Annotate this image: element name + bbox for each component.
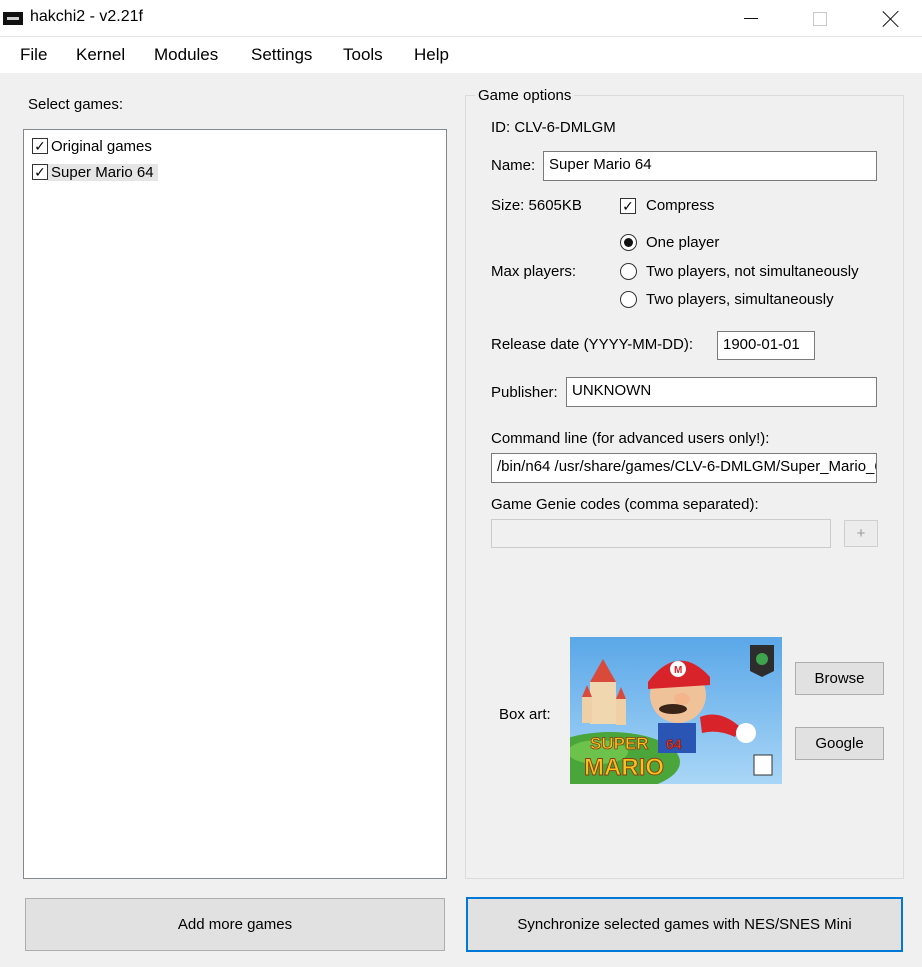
radio-selected-dot xyxy=(624,238,633,247)
radio-label: One player xyxy=(646,234,720,251)
release-date-field[interactable]: 1900-01-01 xyxy=(717,331,815,360)
radio-button[interactable] xyxy=(620,234,637,251)
logo-mario-text: MARIO xyxy=(584,754,664,781)
menu-settings[interactable]: Settings xyxy=(251,45,312,65)
menu-kernel[interactable]: Kernel xyxy=(76,45,125,65)
game-label: Original games xyxy=(51,137,152,155)
name-label: Name: xyxy=(491,157,536,174)
game-list[interactable]: ✓ Original games ✓ Super Mario 64 xyxy=(23,129,447,879)
add-more-games-button[interactable]: Add more games xyxy=(25,898,445,951)
radio-button[interactable] xyxy=(620,263,637,280)
game-genie-label: Game Genie codes (comma separated): xyxy=(491,496,759,513)
close-button[interactable] xyxy=(868,0,914,37)
command-line-label: Command line (for advanced users only!): xyxy=(491,430,770,447)
logo-64-text: 64 xyxy=(666,736,682,752)
game-id-text: ID: CLV-6-DMLGM xyxy=(491,119,616,136)
game-options-title: Game options xyxy=(475,87,575,104)
game-checkbox-super-mario-64[interactable]: ✓ xyxy=(32,164,48,180)
box-art-illustration: M SUPER MARIO 64 xyxy=(570,637,782,784)
game-item-super-mario-64[interactable]: ✓ Super Mario 64 xyxy=(32,161,158,183)
box-art-image[interactable]: M SUPER MARIO 64 xyxy=(570,637,782,784)
app-icon xyxy=(3,12,23,25)
menu-tools[interactable]: Tools xyxy=(343,45,383,65)
release-date-label: Release date (YYYY-MM-DD): xyxy=(491,336,694,353)
logo-super-text: SUPER xyxy=(590,734,649,753)
compress-checkbox[interactable]: ✓ xyxy=(620,197,636,214)
maximize-icon xyxy=(813,11,827,26)
add-genie-code-button[interactable]: + xyxy=(844,520,878,547)
maximize-button[interactable] xyxy=(797,0,843,37)
radio-label: Two players, simultaneously xyxy=(646,291,834,308)
menu-file[interactable]: File xyxy=(20,45,47,65)
radio-label: Two players, not simultaneously xyxy=(646,263,859,280)
size-text: Size: 5605KB xyxy=(491,197,582,214)
menu-help[interactable]: Help xyxy=(414,45,449,65)
radio-two-players-not-simultaneously[interactable]: Two players, not simultaneously xyxy=(620,263,859,280)
menu-bar: File Kernel Modules Settings Tools Help xyxy=(0,37,922,73)
window-title: hakchi2 - v2.21f xyxy=(30,8,143,25)
minimize-button[interactable] xyxy=(728,0,774,37)
title-bar: hakchi2 - v2.21f xyxy=(0,0,922,37)
synchronize-button[interactable]: Synchronize selected games with NES/SNES… xyxy=(466,897,903,952)
svg-text:M: M xyxy=(674,665,682,676)
compress-label: Compress xyxy=(646,197,715,214)
close-icon xyxy=(882,10,900,28)
name-field[interactable]: Super Mario 64 xyxy=(543,151,877,181)
radio-button[interactable] xyxy=(620,291,637,308)
compress-checkbox-row[interactable]: ✓ Compress xyxy=(620,197,714,214)
game-item-original-games[interactable]: ✓ Original games xyxy=(32,135,156,157)
publisher-field[interactable]: UNKNOWN xyxy=(566,377,877,407)
menu-modules[interactable]: Modules xyxy=(154,45,218,65)
google-button[interactable]: Google xyxy=(795,727,884,760)
max-players-label: Max players: xyxy=(491,263,577,280)
game-genie-field[interactable] xyxy=(491,519,831,548)
box-art-label: Box art: xyxy=(499,706,551,723)
game-label: Super Mario 64 xyxy=(48,163,158,181)
publisher-label: Publisher: xyxy=(491,384,558,401)
select-games-label: Select games: xyxy=(28,96,124,113)
browse-button[interactable]: Browse xyxy=(795,662,884,695)
radio-one-player[interactable]: One player xyxy=(620,234,719,251)
radio-two-players-simultaneously[interactable]: Two players, simultaneously xyxy=(620,291,834,308)
command-line-field[interactable]: /bin/n64 /usr/share/games/CLV-6-DMLGM/Su… xyxy=(491,453,877,483)
game-checkbox-original-games[interactable]: ✓ xyxy=(32,138,48,154)
minimize-icon xyxy=(744,18,758,19)
